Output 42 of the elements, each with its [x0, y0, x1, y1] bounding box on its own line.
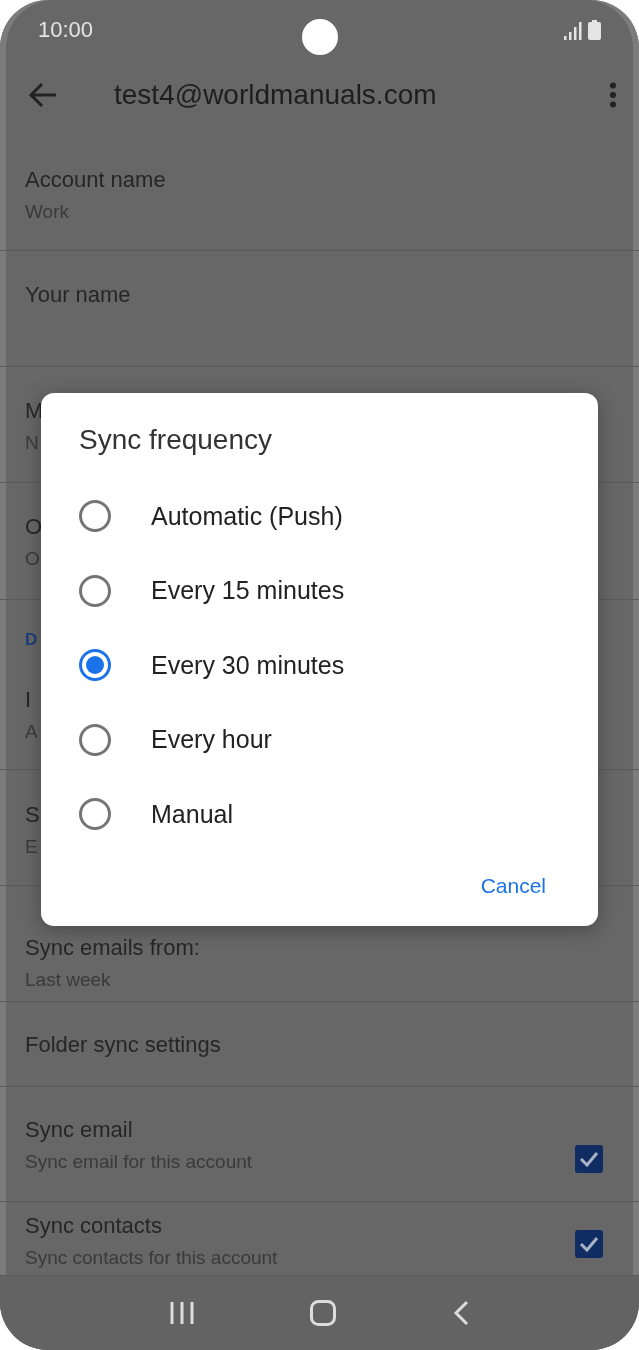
battery-icon — [588, 20, 601, 40]
setting-title: Your name — [25, 281, 131, 309]
signal-icon — [564, 22, 582, 40]
home-button[interactable] — [310, 1300, 337, 1326]
setting-title: S — [25, 801, 40, 829]
menu-icon — [609, 82, 617, 108]
setting-title: Sync contacts — [25, 1212, 162, 1240]
more-options-button[interactable] — [609, 82, 617, 108]
setting-title: Folder sync settings — [25, 1031, 221, 1059]
setting-title: Sync emails from: — [25, 934, 200, 962]
setting-title: Account name — [25, 166, 166, 194]
radio-button[interactable] — [79, 500, 111, 533]
settings-item[interactable]: Your name — [0, 251, 639, 367]
home-icon — [310, 1300, 337, 1326]
option-label[interactable]: Automatic (Push) — [151, 501, 343, 531]
section-header: D — [25, 630, 38, 650]
status-time: 10:00 — [38, 17, 94, 43]
back-arrow-icon — [28, 82, 58, 108]
checkbox[interactable] — [575, 1144, 603, 1173]
account-email-title: test4@worldmanuals.com — [114, 79, 437, 111]
setting-title: Sync email — [25, 1116, 133, 1144]
recent-apps-icon — [170, 1302, 195, 1324]
checkmark-icon — [579, 1235, 599, 1252]
option-label[interactable]: Every 30 minutes — [151, 650, 345, 680]
radio-button[interactable] — [79, 723, 111, 756]
option-label[interactable]: Every 15 minutes — [151, 576, 345, 606]
setting-title: O — [25, 513, 43, 541]
back-nav-button[interactable] — [452, 1300, 469, 1326]
radio-button[interactable] — [79, 649, 111, 682]
option-label[interactable]: Manual — [151, 799, 233, 829]
checkbox[interactable] — [575, 1229, 603, 1258]
recent-apps-button[interactable] — [170, 1302, 195, 1324]
radio-button[interactable] — [79, 574, 111, 607]
checkmark-icon — [579, 1150, 599, 1167]
settings-item[interactable]: Folder sync settings — [0, 1002, 639, 1087]
radio-button[interactable] — [79, 798, 111, 831]
dialog-title: Sync frequency — [78, 423, 273, 457]
back-button[interactable] — [28, 82, 58, 108]
option-label[interactable]: Every hour — [151, 725, 272, 755]
back-chevron-icon — [452, 1300, 469, 1326]
setting-title: I — [25, 686, 32, 714]
camera-hole — [302, 19, 338, 55]
